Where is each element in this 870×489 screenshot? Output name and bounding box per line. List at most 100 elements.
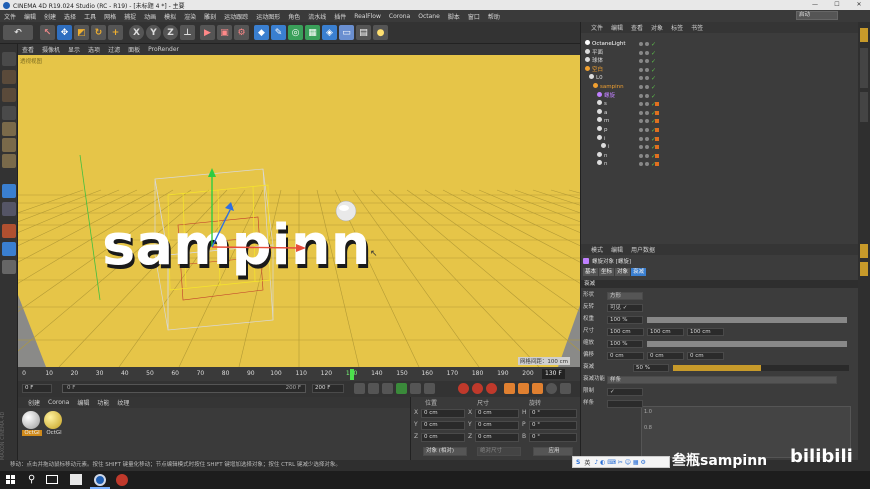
object-name[interactable]: a: [604, 110, 607, 116]
keyframe-selection-icon[interactable]: [486, 383, 497, 394]
material-swatch-1[interactable]: OctGl: [22, 411, 42, 439]
viewport-menu-item[interactable]: 摄像机: [38, 45, 64, 54]
rotate-tool-icon[interactable]: ↻: [91, 25, 106, 40]
z-axis-lock-icon[interactable]: Z: [163, 25, 178, 40]
object-row[interactable]: 球体 ✓: [581, 57, 859, 65]
subdivision-icon[interactable]: ◎: [288, 25, 303, 40]
material-tag-icon[interactable]: [655, 110, 659, 115]
object-name[interactable]: i: [604, 136, 606, 142]
array-generator-icon[interactable]: ▦: [305, 25, 320, 40]
file-explorer-icon[interactable]: [70, 474, 82, 485]
object-row[interactable]: i ✓: [581, 134, 859, 143]
attr-subtab[interactable]: 对象: [615, 268, 631, 276]
menu-item[interactable]: 文件: [0, 12, 20, 21]
menu-item[interactable]: 窗口: [464, 12, 484, 21]
playhead[interactable]: [349, 369, 354, 380]
attr-slider[interactable]: [673, 365, 849, 371]
apply-button[interactable]: 应用: [533, 447, 573, 456]
cinema4d-taskbar-icon[interactable]: [94, 474, 106, 486]
layout-select[interactable]: 启动: [796, 11, 838, 20]
tweak-mode-icon[interactable]: [2, 202, 16, 216]
play-icon[interactable]: [396, 383, 407, 394]
ime-mode[interactable]: 英: [584, 458, 590, 467]
timeline-options-icon[interactable]: [560, 383, 571, 394]
object-name[interactable]: n: [604, 153, 608, 159]
material-tag-icon[interactable]: [655, 136, 659, 141]
object-menu-item[interactable]: 对象: [647, 23, 667, 32]
current-frame-field[interactable]: 130 F: [542, 369, 565, 379]
prev-key-icon[interactable]: [368, 383, 379, 394]
light-object-icon[interactable]: ●: [373, 25, 388, 40]
attr-vector-field[interactable]: 100 cm: [687, 328, 724, 336]
object-name[interactable]: i: [608, 144, 610, 150]
attr-vector-field[interactable]: 0 cm: [607, 352, 644, 360]
object-name[interactable]: m: [604, 118, 609, 124]
points-mode-icon[interactable]: [2, 122, 16, 136]
text3d-object[interactable]: sampinn: [102, 213, 371, 278]
transform-tool-icon[interactable]: +: [108, 25, 123, 40]
attr-slider[interactable]: [647, 317, 847, 323]
scale-tool-icon[interactable]: ◩: [74, 25, 89, 40]
lock-workplane-icon[interactable]: [2, 260, 16, 274]
menu-item[interactable]: 流水线: [304, 12, 330, 21]
coordinate-system-icon[interactable]: ⊥: [180, 25, 195, 40]
material-menu-item[interactable]: Corona: [44, 399, 73, 406]
panel-tab-5[interactable]: [860, 262, 868, 276]
menu-item[interactable]: Corona: [385, 13, 414, 20]
object-name[interactable]: 空白: [592, 67, 603, 73]
menu-item[interactable]: 雕刻: [200, 12, 220, 21]
start-frame-field[interactable]: 0 F: [22, 384, 52, 393]
polygons-mode-icon[interactable]: [2, 154, 16, 168]
viewport-menu-item[interactable]: 显示: [64, 45, 84, 54]
attr-subtab[interactable]: 衰减: [631, 268, 647, 276]
object-name[interactable]: OctaneLight: [592, 41, 625, 47]
material-menu-item[interactable]: 纹理: [113, 398, 133, 407]
menu-item[interactable]: 工具: [80, 12, 100, 21]
size-field[interactable]: 0 cm: [475, 433, 519, 442]
sphere-object[interactable]: [335, 200, 357, 222]
position-key-icon[interactable]: [504, 383, 515, 394]
preview-range-slider[interactable]: 0 F 200 F: [62, 384, 306, 393]
object-row[interactable]: sampinn ✓: [581, 83, 859, 91]
make-editable-icon[interactable]: [2, 52, 16, 66]
material-tag-icon[interactable]: [655, 119, 659, 124]
rotation-field[interactable]: 0 °: [529, 433, 577, 442]
material-menu-item[interactable]: 创建: [24, 398, 44, 407]
material-menu-item[interactable]: 编辑: [73, 398, 93, 407]
material-tag-icon[interactable]: [655, 145, 659, 150]
object-name[interactable]: 螺旋: [604, 93, 615, 99]
object-menu-item[interactable]: 标签: [667, 23, 687, 32]
menu-item[interactable]: 渲染: [180, 12, 200, 21]
menu-item[interactable]: Octane: [414, 13, 444, 20]
menu-item[interactable]: 选择: [60, 12, 80, 21]
coord-mode-select[interactable]: 对象 (相对): [423, 447, 467, 456]
x-axis-lock-icon[interactable]: X: [129, 25, 144, 40]
windows-start-icon[interactable]: [6, 475, 16, 485]
render-settings-icon[interactable]: ⚙: [234, 25, 249, 40]
workplane-icon[interactable]: [2, 106, 16, 120]
goto-end-icon[interactable]: [424, 383, 435, 394]
menu-item[interactable]: 动画: [140, 12, 160, 21]
menu-item[interactable]: 网格: [100, 12, 120, 21]
object-menu-item[interactable]: 编辑: [607, 23, 627, 32]
menu-item[interactable]: 捕捉: [120, 12, 140, 21]
attribute-menu-item[interactable]: 模式: [587, 245, 607, 254]
scale-key-icon[interactable]: [518, 383, 529, 394]
deformer-icon[interactable]: ◈: [322, 25, 337, 40]
timeline-ruler[interactable]: 0102030405060708090100110120130140150160…: [18, 367, 580, 381]
menu-item[interactable]: 脚本: [444, 12, 464, 21]
prev-frame-icon[interactable]: [382, 383, 393, 394]
viewport-menu-item[interactable]: 过滤: [104, 45, 124, 54]
viewport-menu-item[interactable]: 面板: [124, 45, 144, 54]
menu-item[interactable]: 创建: [40, 12, 60, 21]
object-name[interactable]: 平面: [592, 50, 603, 56]
object-name[interactable]: 球体: [592, 58, 603, 64]
object-name[interactable]: s: [604, 101, 607, 107]
menu-item[interactable]: 编辑: [20, 12, 40, 21]
material-swatch-2[interactable]: OctGl: [44, 411, 64, 439]
position-field[interactable]: 0 cm: [421, 409, 465, 418]
attr-field[interactable]: 50 %: [633, 364, 669, 372]
viewport-menu-item[interactable]: 查看: [18, 45, 38, 54]
live-select-icon[interactable]: ↖: [40, 25, 55, 40]
attr-field[interactable]: 可见 ✓: [607, 304, 643, 312]
